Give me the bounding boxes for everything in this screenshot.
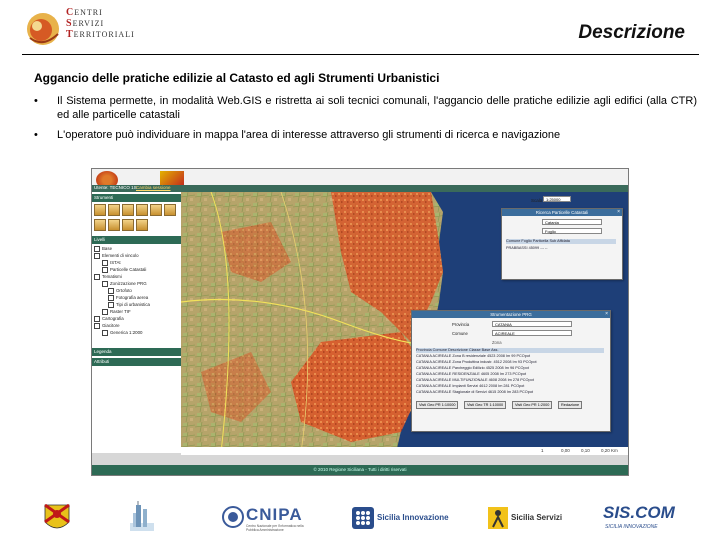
scale-tick: 0,00 (561, 448, 570, 453)
prg-table-header: Provincia Comune Descrizione Classe Base… (416, 348, 604, 353)
nav-user-label: Utente: TECNICO 1S (94, 185, 137, 190)
layers-header[interactable]: Livelli (92, 236, 181, 244)
catasto-search-panel: Ricerca Particelle Catastali × Catania F… (501, 208, 623, 280)
regione-sicilia-logo-icon (44, 503, 70, 532)
attributes-header[interactable]: Attributi (92, 358, 181, 366)
sicilia-servizi-logo: Sicilia Servizi (488, 506, 568, 534)
side-panel: Strumenti Livelli Base Elementi di vinco… (92, 192, 181, 453)
layer-item[interactable]: Tipi di urbanistica (108, 302, 150, 308)
sicilia-innovazione-grid-icon (352, 507, 374, 529)
scale-bar: 1 0,00 0,10 0,20 Km (181, 447, 628, 455)
webgis-screenshot: Utente: TECNICO 1S Cambia sessione Strum… (91, 168, 629, 476)
map-view[interactable]: Ricerca Particelle Catastali × Catania F… (181, 192, 628, 453)
siscom-subtext: SICILIA INNOVAZIONE (605, 524, 658, 530)
comune-label: Comune (452, 331, 468, 336)
prg-table-row[interactable]: CATANIA ACIREALE Stagionale di Servizi 4… (416, 390, 533, 395)
cnipa-subtext: Centro Nazionale per l'Informatica nella… (246, 524, 304, 532)
layer-item[interactable]: Raster TIF (102, 309, 131, 315)
bullet-dot: • (34, 129, 38, 141)
layer-item[interactable]: Base (94, 246, 112, 252)
bullet-dot: • (34, 95, 38, 107)
zona-label: Zona (492, 340, 502, 345)
redazione-button[interactable]: Redazione (558, 401, 583, 409)
app-footer: © 2010 Regione Siciliana - Tutti i dirit… (92, 465, 628, 475)
layer-item[interactable]: Particelle Catastali (102, 267, 146, 273)
catasto-table-row[interactable]: PRABBASSI 45099 --- -- (506, 246, 548, 251)
layer-item[interactable]: Tematismi (94, 274, 122, 280)
zoom-in-tool-icon[interactable] (94, 204, 106, 216)
tools-grid (94, 204, 178, 234)
layer-item[interactable]: Cartografia (94, 316, 124, 322)
prg-table-row[interactable]: CATANIA ACIREALE Zona B residenziale 452… (416, 354, 530, 359)
layer-item[interactable]: ISTAt (102, 260, 121, 266)
print-tool-icon[interactable] (164, 204, 176, 216)
info-tool-icon[interactable] (136, 204, 148, 216)
cnipa-wordmark: CNIPA (246, 505, 303, 524)
sicilia-innovazione-logo: Sicilia Innovazione (352, 505, 449, 533)
sicilia-innovazione-wordmark: Sicilia Innovazione (377, 513, 449, 522)
prg-table-row[interactable]: CATANIA ACIREALE Zona Produttiva industr… (416, 360, 537, 365)
cnipa-logo: CNIPA Centro Nazionale per l'Informatica… (222, 505, 308, 533)
layer-item[interactable]: Zonizzazione PRG (102, 281, 147, 287)
refresh-tool-icon[interactable] (136, 219, 148, 231)
comune-select[interactable]: ACIREALE (492, 330, 572, 336)
change-session-link[interactable]: Cambia sessione (136, 185, 171, 190)
select-tool-icon[interactable] (94, 219, 106, 231)
prg-table-row[interactable]: CATANIA ACIREALE RESIDENZIALE 4605 2008 … (416, 372, 526, 377)
centri-servizi-logo-text: CENTRI SERVIZI TERRITORIALI (66, 7, 135, 40)
scale-input[interactable]: 1:25000 (543, 196, 571, 202)
centri-servizi-logo-icon (24, 8, 62, 48)
layer-item[interactable]: Fotografia aerea (108, 295, 148, 301)
bullet-text: L'operatore può individuare in mappa l'a… (57, 129, 561, 141)
close-icon[interactable]: × (605, 311, 608, 318)
tower-logo-icon (124, 499, 160, 535)
scale-tick: 0,20 Km (601, 448, 618, 453)
view-tr-10000-button[interactable]: Visti Geo TR 1:10000 (464, 401, 507, 409)
zoom-out-tool-icon[interactable] (108, 204, 120, 216)
catasto-comune-field[interactable]: Catania (542, 219, 602, 225)
prg-panel: Strumentazione PRG × Provincia CATANIA C… (411, 310, 611, 432)
scale-tick: 1 (541, 448, 544, 453)
layer-item[interactable]: Ortofoto (108, 288, 132, 294)
cnipa-emblem-icon (222, 506, 244, 528)
siscom-wordmark: SIS.COM (603, 503, 675, 522)
catasto-table-header: Comune Foglio Particella Sub Affidata (506, 239, 616, 244)
view-prg-2000-button[interactable]: Visti Geo PR 1:2000 (512, 401, 553, 409)
measure-tool-icon[interactable] (150, 204, 162, 216)
layers-tool-icon[interactable] (122, 219, 134, 231)
section-subtitle: Aggancio delle pratiche edilizie al Cata… (34, 71, 440, 85)
scale-tick: 0,10 (581, 448, 590, 453)
prg-table-row[interactable]: CATANIA ACIREALE MULTIFUNZIONALE 4608 20… (416, 378, 534, 383)
search-tool-icon[interactable] (108, 219, 120, 231)
close-icon[interactable]: × (617, 209, 620, 216)
view-prg-10000-button[interactable]: Visti Geo PR 1:10000 (416, 401, 459, 409)
app-navbar (92, 185, 628, 192)
sicilia-servizi-figure-icon (488, 507, 508, 529)
provincia-label: Provincia (452, 322, 470, 327)
provincia-select[interactable]: CATANIA (492, 321, 572, 327)
prg-panel-title: Strumentazione PRG (412, 311, 610, 318)
prg-table-row[interactable]: CATANIA ACIREALE Parcheggio Edilizio 452… (416, 366, 529, 371)
siscom-logo: SIS.COM SICILIA INNOVAZIONE (603, 503, 683, 535)
sicilia-servizi-wordmark: Sicilia Servizi (511, 513, 563, 522)
layer-item[interactable]: Giacitore (94, 323, 120, 329)
header-divider (22, 54, 699, 55)
slide-title: Descrizione (578, 22, 685, 43)
prg-table-row[interactable]: CATANIA ACIREALE Impianti Servizi 4612 2… (416, 384, 524, 389)
legend-header[interactable]: Legenda (92, 348, 181, 356)
bullet-text: Il Sistema permette, in modalità Web.GIS… (57, 95, 697, 121)
scale-label: Scala (531, 198, 543, 203)
tools-header[interactable]: Strumenti (92, 194, 181, 202)
catasto-foglio-field[interactable]: Foglio (542, 228, 602, 234)
layer-item[interactable]: Generica 1:2000 (102, 330, 142, 336)
layer-item[interactable]: Elementi di vincolo (94, 253, 139, 259)
pan-tool-icon[interactable] (122, 204, 134, 216)
catasto-panel-title: Ricerca Particelle Catastali (502, 209, 622, 216)
